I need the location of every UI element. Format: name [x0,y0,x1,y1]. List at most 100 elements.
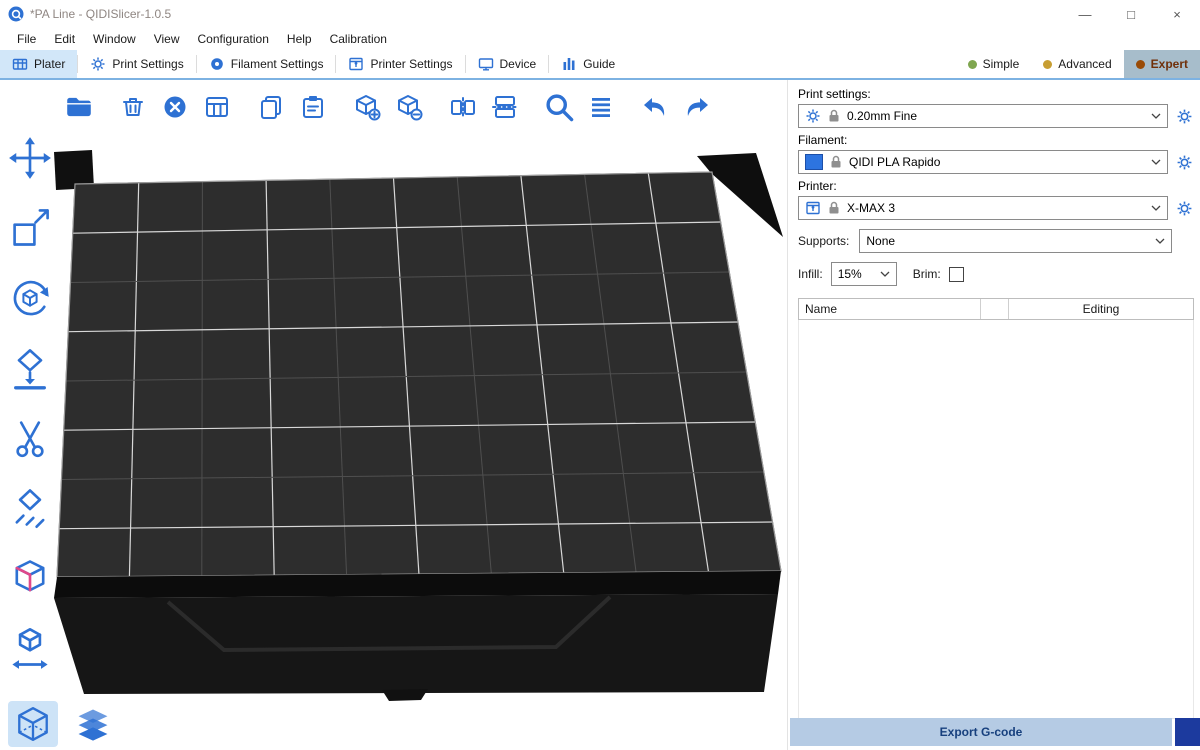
tab-label: Plater [34,57,65,71]
lock-icon [826,200,842,216]
menu-file[interactable]: File [8,30,45,48]
undo-button[interactable] [638,88,672,126]
editor-view-toggle[interactable] [8,701,58,747]
view-toggle-bar [8,701,118,747]
lock-icon [828,154,844,170]
rotate-tool[interactable] [5,274,55,322]
printer-icon [805,200,821,216]
split-parts-button[interactable] [488,88,522,126]
supports-value: None [866,234,895,248]
printer-gear-button[interactable] [1174,198,1194,218]
filament-value: QIDI PLA Rapido [849,155,940,169]
menu-view[interactable]: View [145,30,189,48]
tab-label: Device [500,57,537,71]
mode-expert[interactable]: Expert [1124,50,1200,78]
arrange-button[interactable] [200,88,234,126]
object-list[interactable] [798,320,1194,719]
tab-label: Guide [583,57,615,71]
menu-configuration[interactable]: Configuration [189,30,278,48]
measure-tool[interactable] [5,624,55,672]
redo-button[interactable] [680,88,714,126]
add-instance-button[interactable] [350,88,384,126]
tab-device[interactable]: Device [466,50,549,78]
menu-edit[interactable]: Edit [45,30,84,48]
export-options-button[interactable] [1175,718,1200,746]
filament-spool-icon [209,56,225,72]
lock-icon [826,108,842,124]
menu-bar: File Edit Window View Configuration Help… [0,28,1200,50]
monitor-icon [478,56,494,72]
preview-view-toggle[interactable] [68,701,118,747]
gizmo-toolbar [5,134,55,672]
window-title: *PA Line - QIDISlicer-1.0.5 [30,7,171,21]
move-tool[interactable] [5,134,55,182]
tab-label: Filament Settings [231,57,324,71]
mode-label: Expert [1151,57,1188,71]
printer-value: X-MAX 3 [847,201,895,215]
tab-printer-settings[interactable]: Printer Settings [336,50,464,78]
tab-plater[interactable]: Plater [0,50,77,78]
print-settings-combo[interactable]: 0.20mm Fine [798,104,1168,128]
print-bed-scene [0,80,787,750]
settings-sidebar: Print settings: 0.20mm Fine Filament: QI… [787,80,1200,750]
chevron-down-icon [1151,159,1161,165]
filament-combo[interactable]: QIDI PLA Rapido [798,150,1168,174]
plater-icon [12,56,28,72]
tab-bar: Plater Print Settings Filament Settings … [0,50,1200,80]
column-header-name: Name [799,299,981,319]
chevron-down-icon [1151,205,1161,211]
tab-label: Printer Settings [370,57,452,71]
guide-icon [561,56,577,72]
close-button[interactable]: × [1154,0,1200,28]
column-header-extruder [981,299,1009,319]
menu-window[interactable]: Window [84,30,145,48]
filament-gear-button[interactable] [1174,152,1194,172]
gear-icon [805,108,821,124]
infill-combo[interactable]: 15% [831,262,897,286]
print-settings-value: 0.20mm Fine [847,109,917,123]
delete-button[interactable] [116,88,150,126]
paste-button[interactable] [296,88,330,126]
qidislicer-window: *PA Line - QIDISlicer-1.0.5 — □ × File E… [0,0,1200,750]
supports-combo[interactable]: None [859,229,1172,253]
object-list-table: Name Editing [798,298,1194,719]
infill-label: Infill: [798,267,823,281]
tab-filament-settings[interactable]: Filament Settings [197,50,336,78]
printer-combo[interactable]: X-MAX 3 [798,196,1168,220]
filament-color-swatch [805,154,823,170]
print-settings-label: Print settings: [798,87,1194,101]
seam-painting-tool[interactable] [5,554,55,602]
printer-icon [348,56,364,72]
column-header-editing: Editing [1009,299,1193,319]
mode-simple[interactable]: Simple [956,50,1032,78]
menu-help[interactable]: Help [278,30,321,48]
place-on-face-tool[interactable] [5,344,55,392]
export-gcode-button[interactable]: Export G-code [790,718,1172,746]
print-settings-gear-button[interactable] [1174,106,1194,126]
remove-instance-button[interactable] [392,88,426,126]
paint-on-supports-tool[interactable] [5,484,55,532]
chevron-down-icon [880,271,890,277]
infill-value: 15% [838,267,862,281]
maximize-button[interactable]: □ [1108,0,1154,28]
tab-guide[interactable]: Guide [549,50,627,78]
scale-tool[interactable] [5,204,55,252]
delete-all-button[interactable] [158,88,192,126]
mode-advanced[interactable]: Advanced [1031,50,1123,78]
mode-label: Simple [983,57,1020,71]
tab-print-settings[interactable]: Print Settings [78,50,195,78]
viewport-3d[interactable] [0,80,787,750]
menu-calibration[interactable]: Calibration [321,30,396,48]
chevron-down-icon [1151,113,1161,119]
variable-layer-height-button[interactable] [584,88,618,126]
filament-label: Filament: [798,133,1194,147]
split-objects-button[interactable] [446,88,480,126]
minimize-button[interactable]: — [1062,0,1108,28]
copy-button[interactable] [254,88,288,126]
search-button[interactable] [542,88,576,126]
cut-tool[interactable] [5,414,55,462]
brim-checkbox[interactable] [949,267,964,282]
chevron-down-icon [1155,238,1165,244]
plater-toolbar [62,88,722,126]
open-project-button[interactable] [62,88,96,126]
